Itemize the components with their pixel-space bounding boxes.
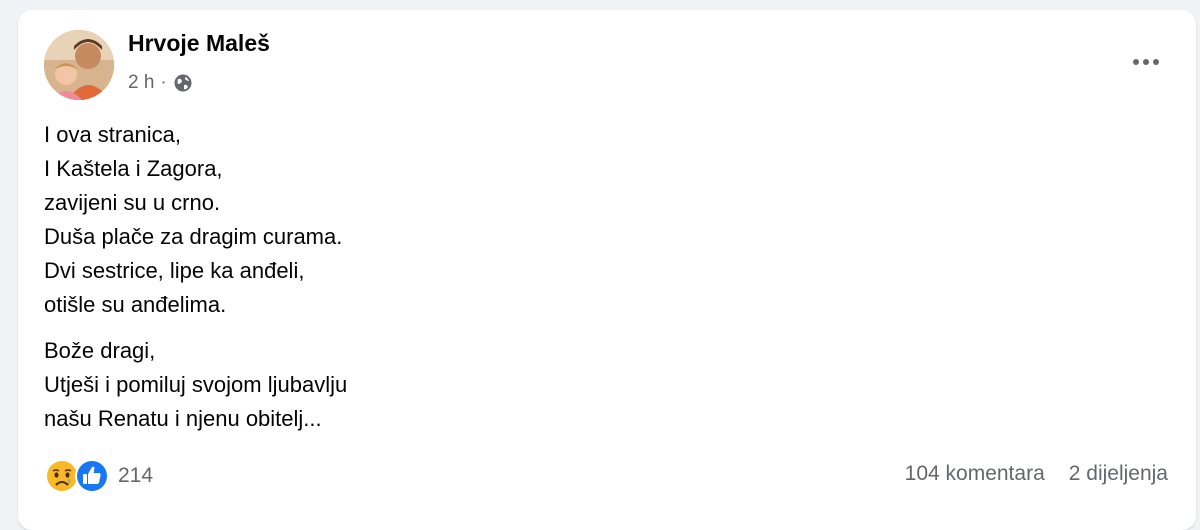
globe-icon[interactable]: [173, 73, 193, 93]
text-line: Duša plače za dragim curama.: [44, 224, 343, 249]
text-line: zavijeni su u crno.: [44, 190, 221, 215]
text-line: Utješi i pomiluj svojom ljubavlju: [44, 372, 348, 397]
reactions-summary[interactable]: 214: [44, 458, 153, 494]
comments-count-link[interactable]: 104 komentara: [905, 462, 1045, 486]
text-line: I ova stranica,: [44, 122, 181, 147]
text-line: našu Renatu i njenu obitelj...: [44, 406, 322, 431]
more-options-icon[interactable]: [1126, 48, 1166, 76]
reaction-icons: [44, 458, 110, 494]
text-line: Bože dragi,: [44, 338, 156, 363]
post-paragraph: Bože dragi, Utješi i pomiluj svojom ljub…: [44, 334, 347, 436]
avatar[interactable]: [44, 30, 114, 100]
text-line: Dvi sestrice, lipe ka anđeli,: [44, 258, 305, 283]
text-line: otišle su anđelima.: [44, 292, 227, 317]
author-name[interactable]: Hrvoje Maleš: [128, 30, 270, 57]
post-time[interactable]: 2 h: [128, 72, 154, 94]
like-reaction-icon: [74, 458, 110, 494]
post-card: Hrvoje Maleš 2 h · I ova stranica, I Kaš…: [18, 10, 1196, 530]
post-paragraph: I ova stranica, I Kaštela i Zagora, zavi…: [44, 118, 347, 322]
shares-count-link[interactable]: 2 dijeljenja: [1069, 462, 1168, 486]
meta-separator: ·: [160, 72, 167, 93]
engagement-stats: 104 komentara 2 dijeljenja: [905, 462, 1168, 486]
post-text: I ova stranica, I Kaštela i Zagora, zavi…: [44, 118, 347, 448]
text-line: I Kaštela i Zagora,: [44, 156, 223, 181]
post-meta: 2 h ·: [128, 72, 193, 94]
reaction-count: 214: [118, 464, 154, 487]
